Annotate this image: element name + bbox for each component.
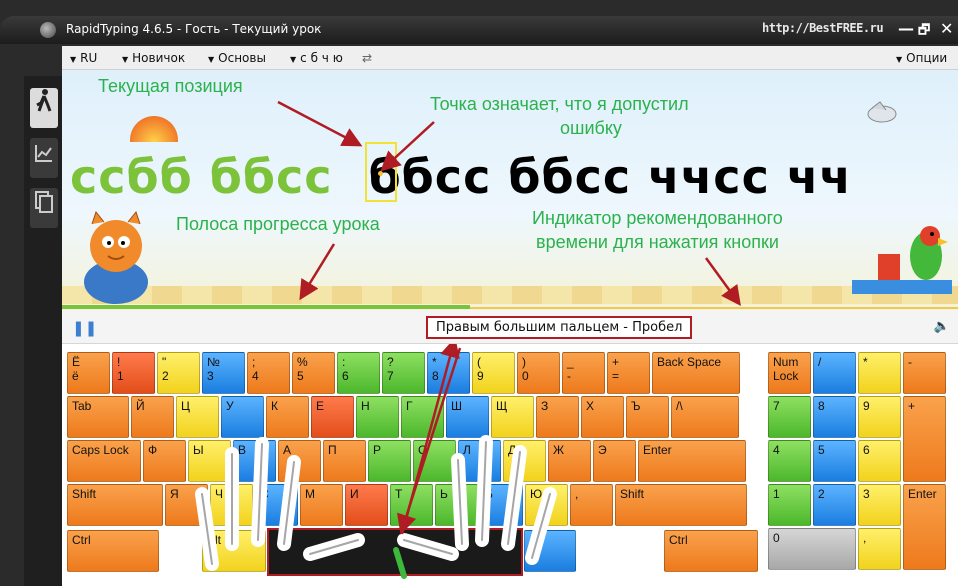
title-bar: RapidTyping 4.6.5 - Гость - Текущий урок… <box>0 16 958 44</box>
editor-document-icon[interactable] <box>30 188 58 228</box>
status-bar: ❚❚ Правым большим пальцем - Пробел 🔈 <box>62 310 958 344</box>
window-title: RapidTyping 4.6.5 - Гость - Текущий урок <box>66 22 322 36</box>
close-button[interactable]: ✕ <box>940 19 953 38</box>
arrow-current-position <box>277 100 363 147</box>
hands-overlay <box>195 344 557 579</box>
timing-indicator <box>469 307 958 309</box>
lesson-menu[interactable]: ▼ с б ч ю <box>290 51 343 65</box>
watermark-site: http://BestFREE.ru <box>762 21 884 35</box>
level-menu[interactable]: ▼ Новичок <box>122 51 185 65</box>
arrow-error-dot <box>380 121 435 172</box>
lesson-area: Текущая позиция Точка означает, что я до… <box>62 70 958 310</box>
statistics-chart-icon[interactable] <box>30 138 58 178</box>
finger-hint: Правым большим пальцем - Пробел <box>426 316 693 339</box>
course-menu[interactable]: ▼ Основы <box>208 51 266 65</box>
app-window: RapidTyping 4.6.5 - Гость - Текущий урок… <box>0 0 958 586</box>
annotation-arrows <box>277 100 741 307</box>
chevron-down-icon: ▼ <box>896 55 903 64</box>
arrow-progress-bar <box>299 243 336 301</box>
restore-button[interactable]: 🗗 <box>918 21 930 43</box>
app-logo-icon <box>40 22 56 38</box>
minimize-button[interactable]: — <box>898 19 914 38</box>
chevron-down-icon: ▼ <box>290 55 297 64</box>
chevron-down-icon: ▼ <box>208 55 215 64</box>
active-thumb-icon <box>393 547 407 579</box>
lesson-progress-bar <box>62 305 470 309</box>
options-menu[interactable]: ▼ Опции <box>896 51 947 65</box>
chevron-down-icon: ▼ <box>70 55 77 64</box>
sidebar <box>24 76 62 586</box>
lesson-runner-icon[interactable] <box>30 88 58 128</box>
speaker-icon[interactable]: 🔈 <box>934 319 950 334</box>
virtual-keyboard: Ёё! 1 " 2 № 3; 4% 5:6? 7 * 8(9) 0 _ - + = Back Space Tab Й… <box>62 344 958 586</box>
chevron-down-icon: ▼ <box>122 55 129 64</box>
language-menu[interactable]: ▼ RU <box>70 51 97 65</box>
pause-icon[interactable]: ❚❚ <box>72 319 97 337</box>
arrow-hint-link-1 <box>397 347 462 535</box>
menu-bar: ▼ RU ▼ Новичок ▼ Основы ▼ с б ч ю ⇄ ▼ Опции <box>62 46 958 70</box>
arrow-timing-indicator <box>704 257 741 307</box>
refresh-icon[interactable]: ⇄ <box>362 51 372 65</box>
